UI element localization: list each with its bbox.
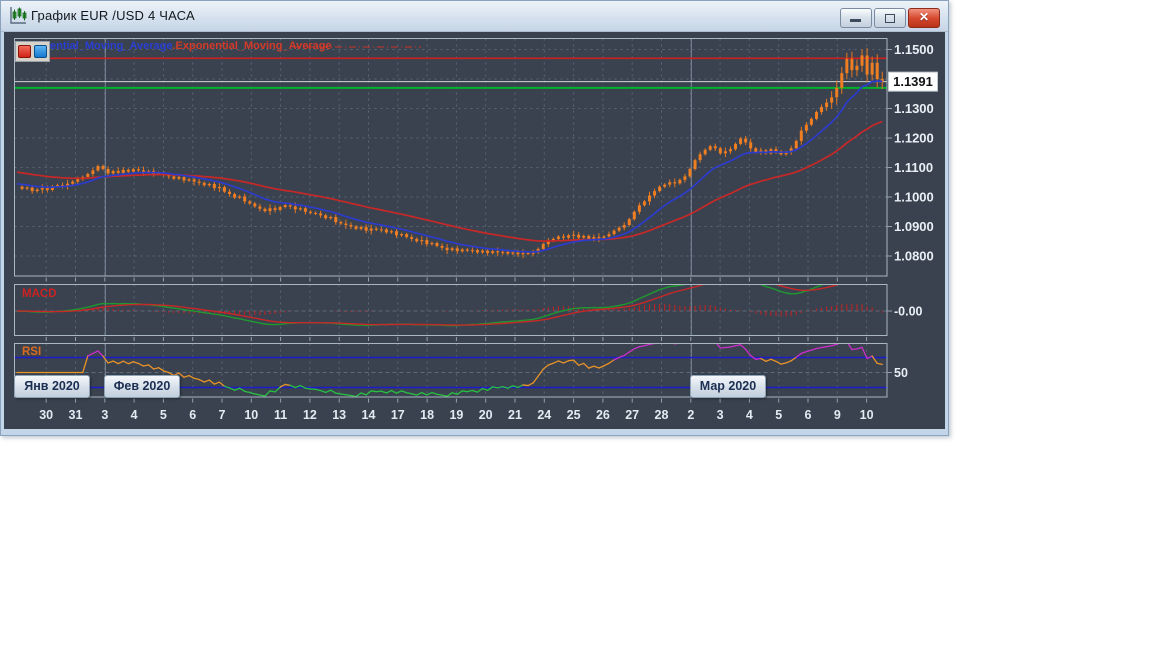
day-axis-label: 28 xyxy=(655,408,669,422)
month-label-mar[interactable]: Мар 2020 xyxy=(690,375,766,398)
day-axis-label: 3 xyxy=(717,408,724,422)
indicator-blue-button[interactable] xyxy=(34,45,47,58)
rsi-label: RSI xyxy=(22,346,41,358)
ema-slow-line xyxy=(16,120,883,242)
indicator-buttons-panel xyxy=(15,41,50,62)
day-axis-label: 7 xyxy=(219,408,226,422)
price-axis-label: 1.1200 xyxy=(894,131,934,146)
current-price-value: 1.1391 xyxy=(893,74,933,89)
day-axis-label: 18 xyxy=(420,408,434,422)
macd-signal-line xyxy=(16,284,840,326)
day-axis-label: 10 xyxy=(244,408,258,422)
day-axis-label: 14 xyxy=(362,408,376,422)
day-axis-label: 5 xyxy=(775,408,782,422)
chart-window: График EUR /USD 4 ЧАСА ✕ 1.1500 1.1300 1.1… xyxy=(0,0,949,436)
month-label-jan[interactable]: Янв 2020 xyxy=(14,375,90,398)
price-axis-label: 1.1500 xyxy=(894,42,934,57)
day-axis-label: 27 xyxy=(625,408,639,422)
day-axis-label: 3 xyxy=(101,408,108,422)
day-axis-label: 25 xyxy=(567,408,581,422)
price-axis-label: 1.1300 xyxy=(894,101,934,116)
macd-panel xyxy=(14,284,887,336)
price-axis-label: 1.1100 xyxy=(894,160,933,175)
price-axis-label: 1.1000 xyxy=(894,190,934,205)
day-axis-label: 20 xyxy=(479,408,493,422)
day-axis-label: 13 xyxy=(332,408,346,422)
macd-label: MACD xyxy=(22,288,57,300)
price-axis-label: 1.0900 xyxy=(894,219,934,234)
indicator-legend: ential_Moving_Average.Exponential_Moving… xyxy=(50,40,332,52)
month-label-feb[interactable]: Фев 2020 xyxy=(104,375,180,398)
indicator-red-button[interactable] xyxy=(18,45,31,58)
day-axis-label: 2 xyxy=(687,408,694,422)
day-axis-label: 26 xyxy=(596,408,610,422)
day-axis-label: 30 xyxy=(39,408,53,422)
macd-value-label: -0.00 xyxy=(894,305,923,319)
day-axis-label: 6 xyxy=(189,408,196,422)
day-axis-label: 6 xyxy=(805,408,812,422)
day-axis-label: 21 xyxy=(508,408,522,422)
day-axis-label: 11 xyxy=(274,408,287,422)
panel-border xyxy=(14,38,888,277)
price-axis-label: 1.0800 xyxy=(894,249,934,264)
legend-ema-slow-label: Exponential_Moving_Average xyxy=(175,40,332,52)
day-axis-label: 4 xyxy=(746,408,753,422)
main-price-panel xyxy=(14,38,887,276)
day-axis-label: 31 xyxy=(69,408,83,422)
day-axis-label: 10 xyxy=(860,408,874,422)
legend-ema-fast-label: ential_Moving_Average xyxy=(50,40,173,52)
panel-border xyxy=(14,284,888,336)
day-axis-label: 24 xyxy=(537,408,551,422)
day-axis-label: 5 xyxy=(160,408,167,422)
chart-canvas[interactable]: 1.1500 1.1300 1.1200 1.1100 1.1000 1.0900 1.08… xyxy=(1,1,948,435)
day-axis-label: 19 xyxy=(449,408,463,422)
day-axis-label: 9 xyxy=(834,408,841,422)
day-axis-label: 12 xyxy=(303,408,317,422)
day-axis-label: 4 xyxy=(131,408,138,422)
day-axis-label: 17 xyxy=(391,408,405,422)
rsi-value-label: 50 xyxy=(894,366,908,380)
